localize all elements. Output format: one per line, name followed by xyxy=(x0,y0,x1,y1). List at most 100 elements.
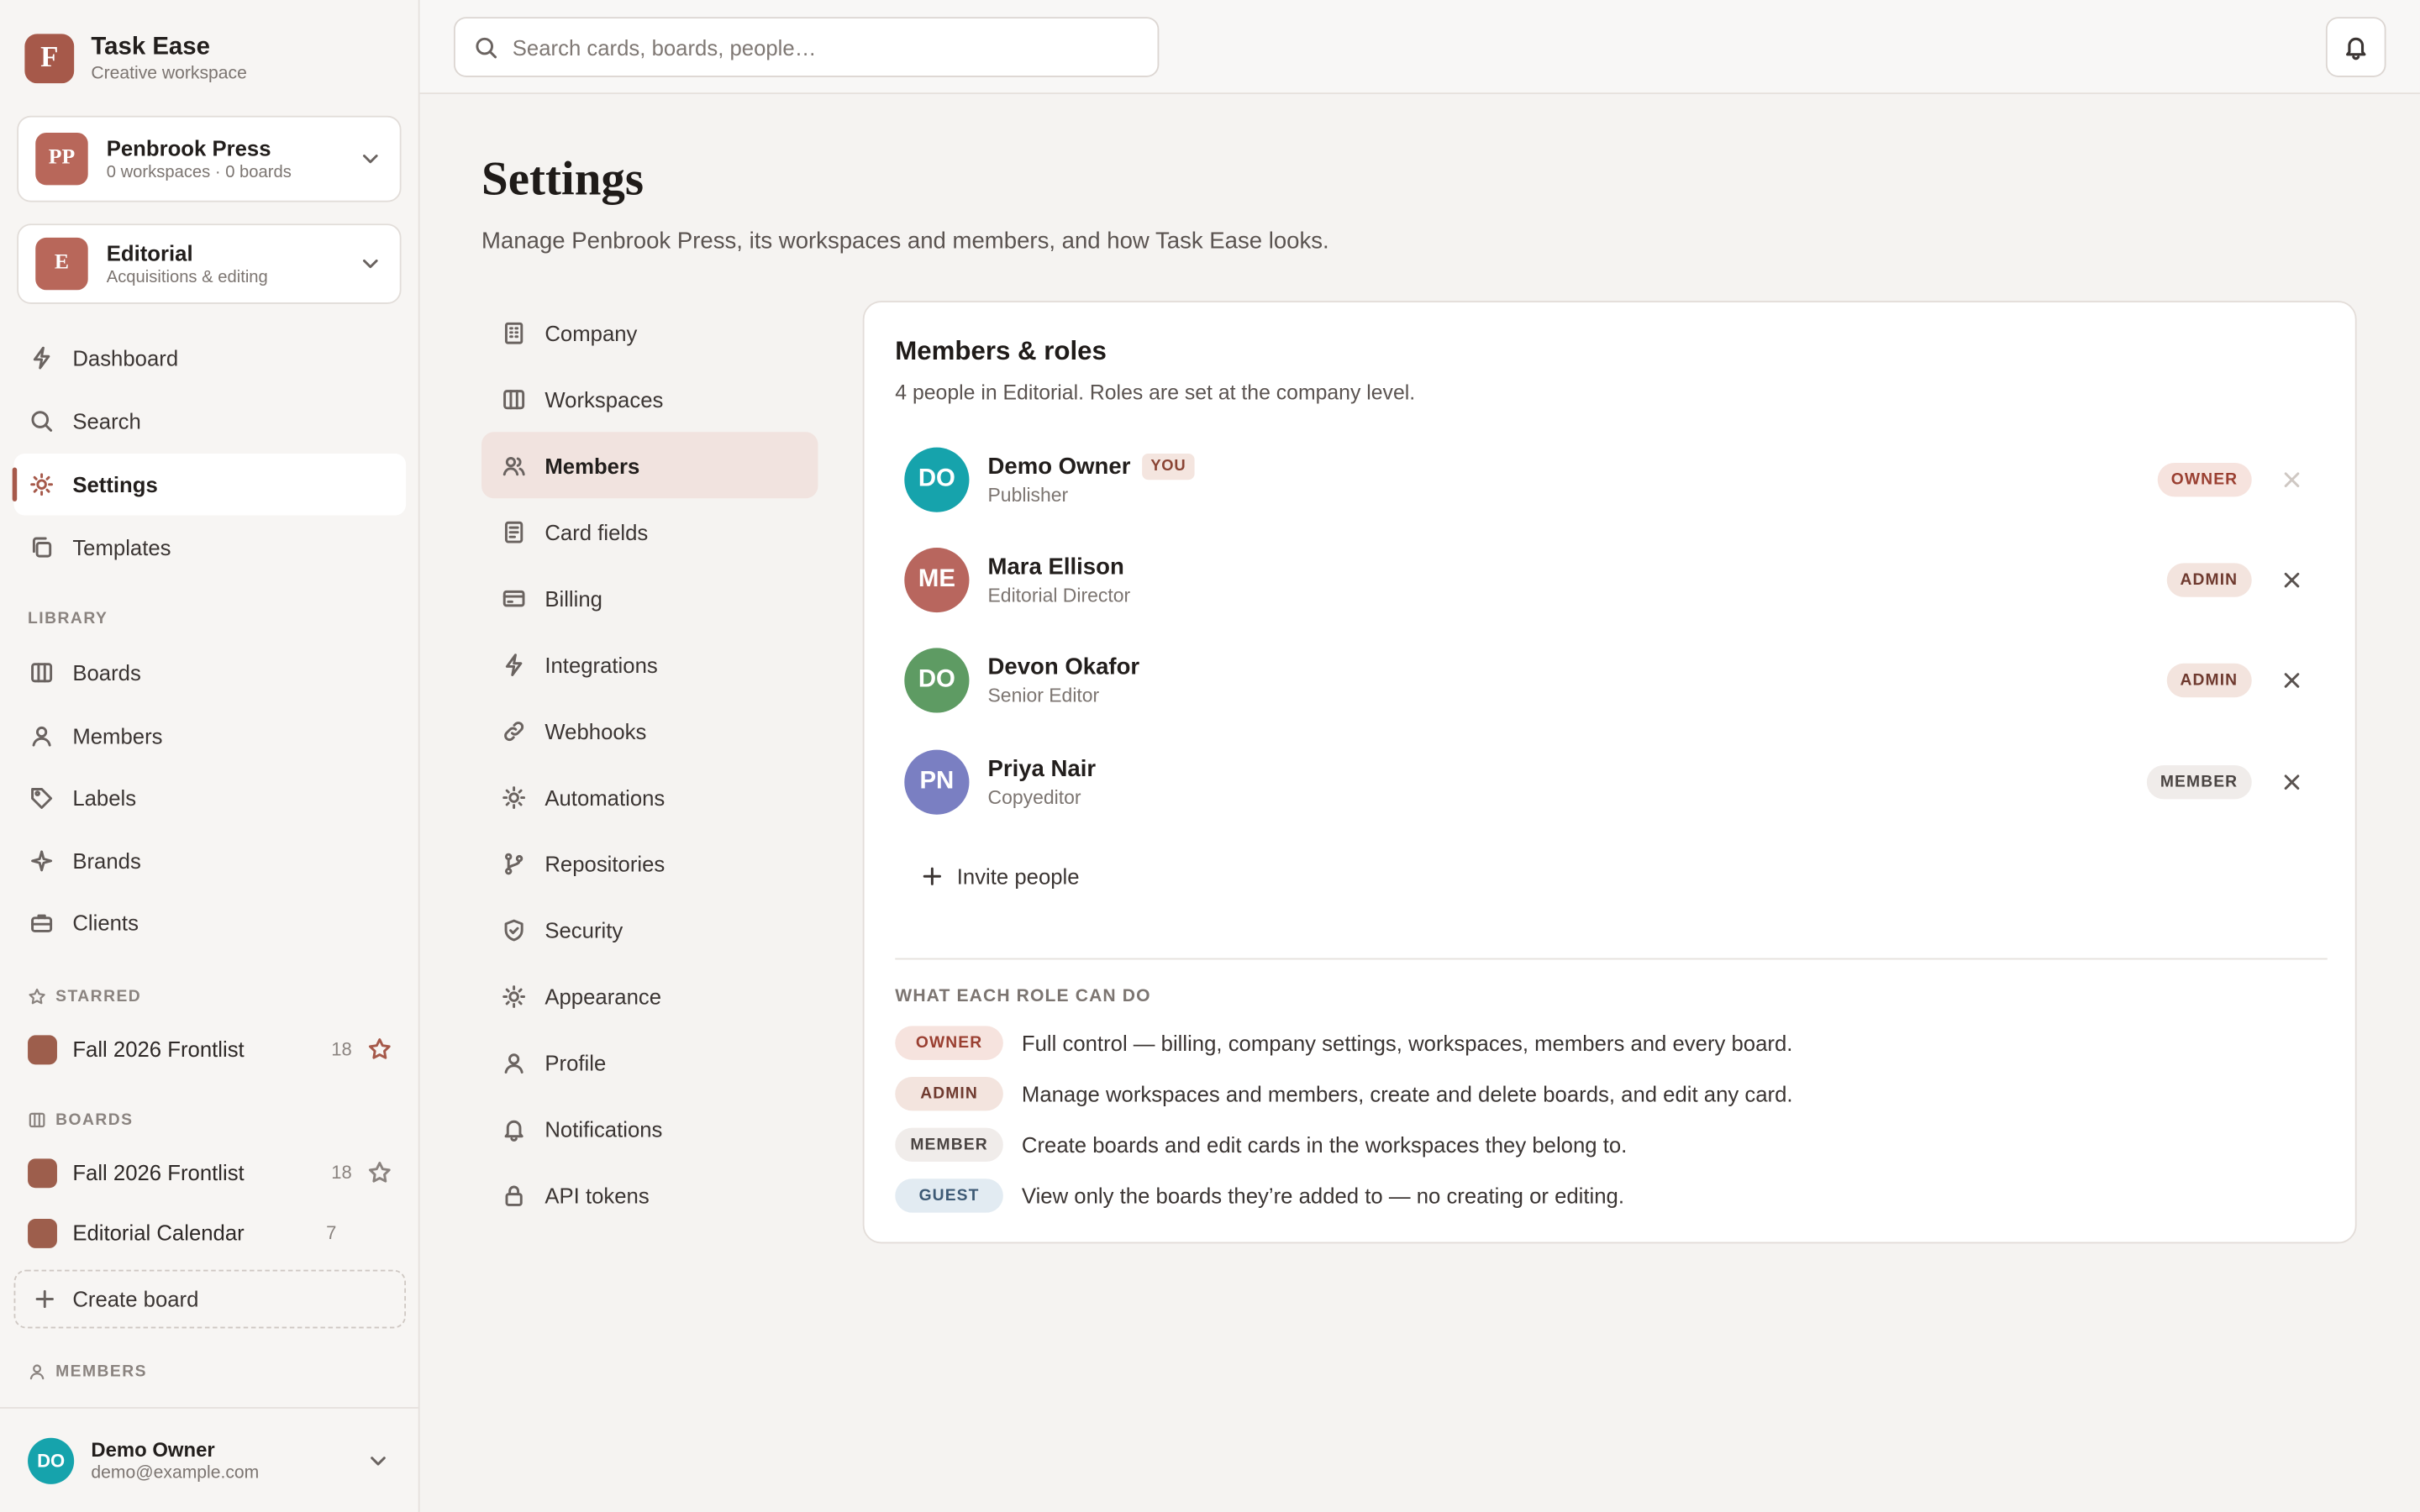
avatar: DO xyxy=(904,648,970,713)
bolt-icon xyxy=(502,652,544,676)
tag-icon xyxy=(29,785,72,810)
board-name: Fall 2026 Frontlist xyxy=(72,1160,245,1185)
plus-icon xyxy=(920,864,957,889)
tab-label: Automations xyxy=(544,784,666,810)
lock-icon xyxy=(502,1183,544,1207)
brand[interactable]: F Task Ease Creative workspace xyxy=(0,0,418,92)
member-name: Devon Okafor xyxy=(987,654,1140,680)
document-icon xyxy=(502,519,544,543)
role-badge[interactable]: ADMIN xyxy=(2165,563,2252,597)
nav-item-members[interactable]: Members xyxy=(14,704,407,765)
tab-webhooks[interactable]: Webhooks xyxy=(481,697,818,764)
nav-item-labels[interactable]: Labels xyxy=(14,767,407,828)
tab-security[interactable]: Security xyxy=(481,896,818,963)
nav-item-clients[interactable]: Clients xyxy=(14,892,407,953)
permission-description: View only the boards they’re added to — … xyxy=(1021,1183,1625,1209)
permission-row: OWNER Full control — billing, company se… xyxy=(895,1026,1793,1060)
company-avatar: PP xyxy=(35,132,88,186)
role-badge[interactable]: ADMIN xyxy=(2165,663,2252,698)
nav-item-brands[interactable]: Brands xyxy=(14,829,407,890)
board-name: Editorial Calendar xyxy=(72,1220,245,1246)
role-badge: ADMIN xyxy=(895,1077,1003,1111)
tab-automations[interactable]: Automations xyxy=(481,764,818,830)
user-icon xyxy=(28,1362,55,1381)
boards-label-text: BOARDS xyxy=(55,1110,134,1130)
tab-api-tokens[interactable]: API tokens xyxy=(481,1162,818,1228)
starred-board-row[interactable]: Fall 2026 Frontlist 18 xyxy=(28,1026,392,1072)
git-branch-icon xyxy=(502,851,544,875)
tab-notifications[interactable]: Notifications xyxy=(481,1095,818,1162)
role-badge[interactable]: MEMBER xyxy=(2146,765,2252,800)
nav-item-settings[interactable]: Settings xyxy=(12,453,407,516)
bell-icon xyxy=(502,1116,544,1141)
search-box[interactable] xyxy=(453,17,1160,77)
invite-label: Invite people xyxy=(956,864,1080,889)
invite-people-button[interactable]: Invite people xyxy=(920,864,1080,889)
workspace-switcher[interactable]: E Editorial Acquisitions & editing xyxy=(17,223,402,304)
permission-description: Create boards and edit cards in the work… xyxy=(1021,1132,1628,1158)
member-row[interactable]: PN Priya Nair Copyeditor MEMBER xyxy=(895,736,2327,828)
board-swatch xyxy=(28,1034,57,1064)
briefcase-icon xyxy=(29,911,72,935)
nav-item-templates[interactable]: Templates xyxy=(14,517,407,578)
nav-item-search[interactable]: Search xyxy=(14,391,407,452)
link-icon xyxy=(502,718,544,743)
permission-description: Manage workspaces and members, create an… xyxy=(1021,1081,1793,1106)
board-row[interactable]: Fall 2026 Frontlist 18 xyxy=(28,1149,392,1195)
nav-label: Members xyxy=(72,722,163,748)
search-input[interactable] xyxy=(512,34,1130,60)
permission-row: ADMIN Manage workspaces and members, cre… xyxy=(895,1077,1793,1111)
member-row[interactable]: DO Demo Owner YOU Publisher OWNER xyxy=(895,433,2327,526)
star-icon xyxy=(28,987,55,1005)
notifications-button[interactable] xyxy=(2325,17,2386,77)
members-card: Members & roles 4 people in Editorial. R… xyxy=(862,301,2357,1244)
permission-description: Full control — billing, company settings… xyxy=(1021,1030,1793,1056)
role-badge[interactable]: OWNER xyxy=(2157,463,2252,497)
app-name: Task Ease xyxy=(91,33,210,60)
board-row[interactable]: Editorial Calendar 7 xyxy=(28,1210,392,1256)
tab-company[interactable]: Company xyxy=(481,299,818,365)
close-icon xyxy=(2280,468,2307,492)
company-switcher[interactable]: PP Penbrook Press 0 workspaces · 0 board… xyxy=(17,115,402,202)
search-icon xyxy=(29,409,72,433)
user-email: demo@example.com xyxy=(91,1464,260,1483)
user-menu[interactable]: DO Demo Owner demo@example.com xyxy=(0,1407,418,1512)
close-icon[interactable] xyxy=(2280,770,2307,795)
tab-label: Company xyxy=(544,320,638,345)
user-icon xyxy=(29,722,72,747)
create-board-button[interactable]: Create board xyxy=(13,1269,407,1329)
members-label-text: MEMBERS xyxy=(55,1362,148,1381)
workspace-avatar: E xyxy=(35,237,88,291)
tab-members[interactable]: Members xyxy=(481,432,818,499)
role-badge: MEMBER xyxy=(895,1127,1003,1163)
boards-section-label: BOARDS xyxy=(28,1110,133,1129)
library-nav: Boards Members Labels Brands Clients xyxy=(14,642,407,953)
nav-item-dashboard[interactable]: Dashboard xyxy=(14,327,407,388)
member-row[interactable]: ME Mara Ellison Editorial Director ADMIN xyxy=(895,533,2327,626)
bolt-icon xyxy=(29,345,72,370)
member-title: Publisher xyxy=(987,484,1069,507)
tab-appearance[interactable]: Appearance xyxy=(481,963,818,1029)
star-icon[interactable] xyxy=(367,1037,392,1061)
card-title: Members & roles xyxy=(895,336,1107,366)
tab-profile[interactable]: Profile xyxy=(481,1029,818,1095)
tab-billing[interactable]: Billing xyxy=(481,564,818,631)
user-icon xyxy=(502,1050,544,1074)
close-icon[interactable] xyxy=(2280,668,2307,692)
tab-label: API tokens xyxy=(544,1182,650,1208)
member-row[interactable]: DO Devon Okafor Senior Editor ADMIN xyxy=(895,634,2327,727)
close-icon[interactable] xyxy=(2280,568,2307,592)
tab-integrations[interactable]: Integrations xyxy=(481,631,818,697)
sun-icon xyxy=(502,785,544,809)
nav-item-boards[interactable]: Boards xyxy=(14,642,407,703)
member-title: Editorial Director xyxy=(987,585,1131,606)
board-swatch xyxy=(28,1158,57,1188)
star-icon[interactable] xyxy=(367,1160,392,1184)
tab-card-fields[interactable]: Card fields xyxy=(481,498,818,564)
sidebar: F Task Ease Creative workspace PP Penbro… xyxy=(0,0,420,1512)
tab-label: Webhooks xyxy=(544,717,647,743)
tab-repositories[interactable]: Repositories xyxy=(481,830,818,896)
main-nav: Dashboard Search Settings Templates xyxy=(12,327,407,578)
you-badge: YOU xyxy=(1141,453,1196,480)
tab-workspaces[interactable]: Workspaces xyxy=(481,365,818,432)
